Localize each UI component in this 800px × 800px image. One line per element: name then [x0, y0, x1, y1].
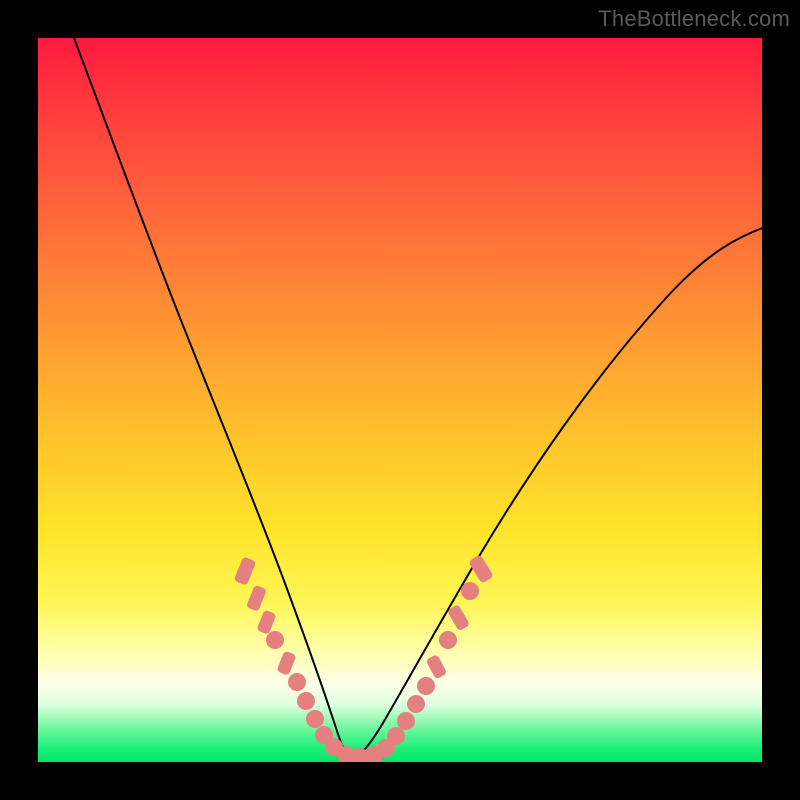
marker-dot: [246, 585, 267, 612]
marker-dot: [276, 651, 296, 676]
marker-dot: [387, 727, 405, 745]
marker-dot: [306, 710, 324, 728]
marker-dot: [439, 631, 457, 649]
marker-dot: [234, 556, 257, 585]
plot-area: [38, 38, 762, 762]
marker-dot: [266, 631, 284, 649]
marker-dot: [397, 712, 415, 730]
marker-dot: [407, 695, 425, 713]
curve-layer: [38, 38, 762, 762]
marker-dot: [461, 582, 479, 600]
marker-dot: [426, 654, 448, 680]
marker-dot: [447, 604, 470, 631]
marker-dot: [297, 692, 315, 710]
curve-right-branch: [351, 228, 762, 760]
marker-dot: [417, 677, 435, 695]
marker-group: [234, 554, 494, 762]
marker-dot: [288, 673, 306, 691]
curve-left-branch: [74, 38, 351, 760]
chart-frame: TheBottleneck.com: [0, 0, 800, 800]
watermark-text: TheBottleneck.com: [598, 6, 790, 32]
marker-dot: [256, 610, 276, 635]
